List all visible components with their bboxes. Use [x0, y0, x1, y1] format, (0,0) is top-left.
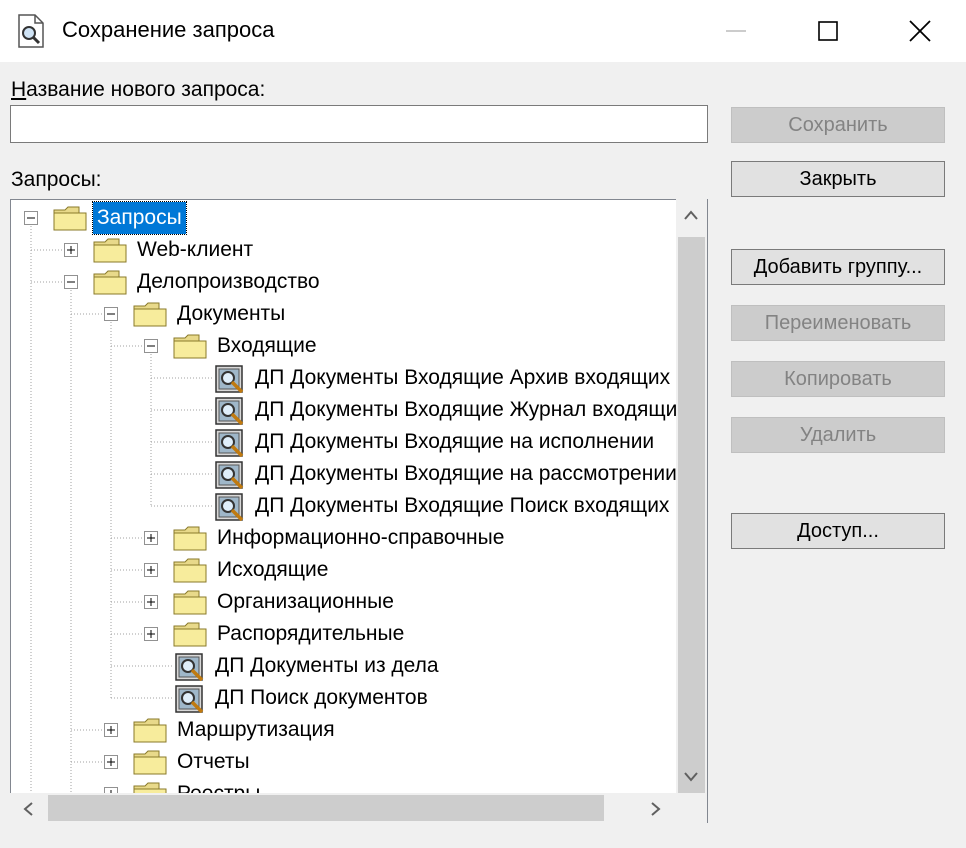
tree-folder-node[interactable]: Отчеты [11, 746, 701, 778]
queries-label: Запросы: [11, 168, 102, 191]
tree-node-label: Исходящие [217, 558, 329, 581]
tree-folder-node[interactable]: Маршрутизация [11, 714, 701, 746]
tree-folder-node[interactable]: Информационно-справочные [11, 522, 701, 554]
tree-node-label: Отчеты [177, 750, 250, 773]
tree-folder-node[interactable]: Web-клиент [11, 234, 701, 266]
close-icon [909, 20, 931, 42]
tree-node-label: ДП Документы Входящие Журнал входящих [255, 398, 688, 421]
minimize-button[interactable] [690, 0, 782, 62]
tree-query-node[interactable]: ДП Поиск документов [11, 682, 701, 714]
horizontal-scrollbar[interactable] [10, 793, 676, 823]
scroll-up-icon[interactable] [683, 209, 699, 221]
close-window-button[interactable] [874, 0, 966, 62]
scroll-right-icon[interactable] [650, 801, 662, 817]
tree-node-label: Входящие [217, 334, 317, 357]
expand-icon[interactable] [144, 563, 158, 577]
tree-node-label: ДП Поиск документов [215, 686, 428, 709]
collapse-icon[interactable] [24, 211, 38, 225]
tree-query-node[interactable]: ДП Документы Входящие на исполнении [11, 426, 701, 458]
minimize-icon [726, 30, 746, 32]
tree-node-label: Web-клиент [137, 238, 254, 261]
tree-folder-node[interactable]: Запросы [11, 201, 701, 235]
expand-icon[interactable] [104, 755, 118, 769]
query-name-label-text: азвание нового запроса: [26, 78, 266, 101]
tree-node-label: Информационно-справочные [217, 526, 505, 549]
tree-folder-node[interactable]: Распорядительные [11, 618, 701, 650]
tree-query-node[interactable]: ДП Документы Входящие Поиск входящих [11, 490, 701, 522]
tree-node-label: Маршрутизация [177, 718, 335, 741]
delete-button[interactable]: Удалить [731, 417, 945, 453]
tree-folder-node[interactable]: Делопроизводство [11, 266, 701, 298]
tree-node-label: Документы [177, 302, 286, 325]
tree-folder-node[interactable]: Входящие [11, 330, 701, 362]
collapse-icon[interactable] [144, 339, 158, 353]
tree-node-label: Организационные [217, 590, 394, 613]
tree-folder-node[interactable]: Исходящие [11, 554, 701, 586]
tree-node-label: Делопроизводство [137, 270, 320, 293]
scrollbar-corner [676, 793, 707, 823]
expand-icon[interactable] [144, 531, 158, 545]
maximize-button[interactable] [782, 0, 874, 62]
tree-node-label: ДП Документы Входящие на исполнении [255, 430, 655, 453]
query-name-input[interactable] [10, 105, 708, 143]
maximize-icon [818, 21, 838, 41]
query-name-label: Название нового запроса: [11, 78, 265, 102]
vertical-scroll-thumb[interactable] [678, 237, 705, 797]
horizontal-scroll-thumb[interactable] [48, 795, 604, 821]
tree-node-label: ДП Документы Входящие Архив входящих [255, 366, 671, 389]
vertical-scrollbar[interactable] [676, 199, 707, 797]
expand-icon[interactable] [104, 723, 118, 737]
tree-query-node[interactable]: ДП Документы Входящие Журнал входящих [11, 394, 701, 426]
close-button[interactable]: Закрыть [731, 161, 945, 197]
tree-query-node[interactable]: ДП Документы из дела [11, 650, 701, 682]
query-name-label-accel: Н [11, 78, 27, 101]
expand-icon[interactable] [64, 243, 78, 257]
tree-node-label: ДП Документы из дела [215, 654, 439, 677]
tree-node-label: ДП Документы Входящие на рассмотрении [255, 462, 677, 485]
tree-node-label: Распорядительные [217, 622, 405, 645]
tree-node-label: Запросы [92, 201, 187, 235]
rename-button[interactable]: Переименовать [731, 305, 945, 341]
scroll-left-icon[interactable] [22, 801, 34, 817]
tree-query-node[interactable]: ДП Документы Входящие Архив входящих [11, 362, 701, 394]
access-button[interactable]: Доступ... [731, 513, 945, 549]
tree-query-node[interactable]: ДП Документы Входящие на рассмотрении [11, 458, 701, 490]
queries-tree[interactable]: Запросы Web-клиент Делопроизводство Докумен… [10, 199, 708, 823]
tree-folder-node[interactable]: Организационные [11, 586, 701, 618]
expand-icon[interactable] [144, 627, 158, 641]
title-bar: Сохранение запроса [0, 0, 966, 62]
window-title: Сохранение запроса [62, 17, 275, 42]
copy-button[interactable]: Копировать [731, 361, 945, 397]
tree-node-label: ДП Документы Входящие Поиск входящих [255, 494, 670, 517]
query-document-icon [18, 14, 44, 48]
save-button[interactable]: Сохранить [731, 107, 945, 143]
tree-folder-node[interactable]: Документы [11, 298, 701, 330]
collapse-icon[interactable] [64, 275, 78, 289]
collapse-icon[interactable] [104, 307, 118, 321]
expand-icon[interactable] [144, 595, 158, 609]
scroll-down-icon[interactable] [683, 771, 699, 783]
add-group-button[interactable]: Добавить группу... [731, 249, 945, 285]
